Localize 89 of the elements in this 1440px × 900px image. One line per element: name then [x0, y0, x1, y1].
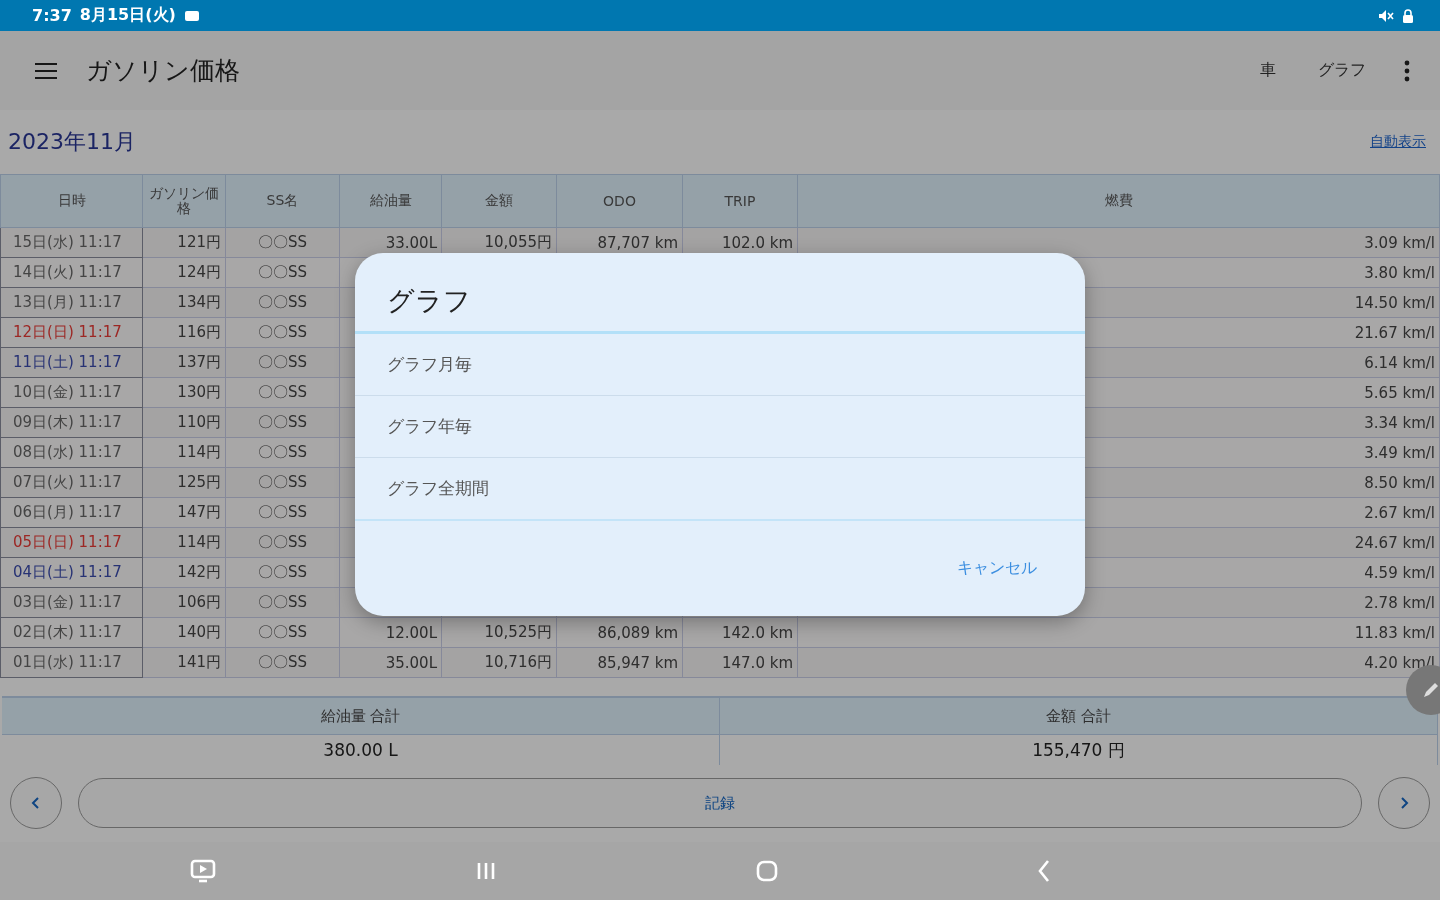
previous-button[interactable]: [10, 777, 62, 829]
table-cell: 141円: [142, 647, 226, 678]
table-cell: 86,089 km: [556, 617, 683, 648]
table-cell: 116円: [142, 317, 226, 348]
chevron-right-icon: [1399, 796, 1409, 810]
table-cell: 〇〇SS: [225, 467, 340, 498]
table-cell: 11.83 km/l: [797, 617, 1440, 648]
column-header: 給油量: [339, 174, 442, 228]
table-cell: 142円: [142, 557, 226, 588]
table-cell: 〇〇SS: [225, 557, 340, 588]
back-icon[interactable]: [1036, 859, 1051, 883]
table-cell: 〇〇SS: [225, 347, 340, 378]
auto-display-link[interactable]: 自動表示: [1370, 133, 1426, 151]
total-value: 380.00 L: [322, 739, 399, 762]
column-header: ガソリン価格: [142, 174, 226, 228]
total-value: 155,470 円: [1031, 738, 1126, 762]
next-button[interactable]: [1378, 777, 1430, 829]
table-cell: 12日(日) 11:17: [0, 317, 143, 348]
table-cell: 114円: [142, 527, 226, 558]
more-icon[interactable]: [1404, 59, 1410, 82]
table-cell: 〇〇SS: [225, 407, 340, 438]
table-cell: 124円: [142, 257, 226, 288]
table-cell: 01日(水) 11:17: [0, 647, 143, 678]
table-cell: 121円: [142, 227, 226, 258]
table-cell: 13日(月) 11:17: [0, 287, 143, 318]
column-header: TRIP: [682, 174, 798, 228]
table-cell: 15日(水) 11:17: [0, 227, 143, 258]
table-cell: 06日(月) 11:17: [0, 497, 143, 528]
total-header: 給油量 合計: [2, 696, 719, 735]
table-cell: 12.00L: [339, 617, 442, 648]
home-icon[interactable]: [755, 860, 778, 882]
total-header: 金額 合計: [720, 696, 1437, 735]
table-cell: 〇〇SS: [225, 527, 340, 558]
table-cell: 140円: [142, 617, 226, 648]
table-cell: 〇〇SS: [225, 287, 340, 318]
table-cell: 04日(土) 11:17: [0, 557, 143, 588]
dialog-option[interactable]: グラフ月毎: [355, 334, 1085, 396]
app-bar-action[interactable]: グラフ: [1314, 56, 1370, 85]
column-header: 燃費: [797, 174, 1440, 228]
table-cell: 14日(火) 11:17: [0, 257, 143, 288]
chevron-left-icon: [31, 796, 41, 810]
table-cell: 〇〇SS: [225, 437, 340, 468]
table-cell: 106円: [142, 587, 226, 618]
table-cell: 03日(金) 11:17: [0, 587, 143, 618]
table-cell: 147.0 km: [682, 647, 798, 678]
app-title: ガソリン価格: [86, 55, 240, 87]
table-cell: 10,716円: [441, 647, 557, 678]
menu-icon[interactable]: [34, 61, 58, 80]
table-cell: 09日(木) 11:17: [0, 407, 143, 438]
table-cell: 137円: [142, 347, 226, 378]
table-cell: 05日(日) 11:17: [0, 527, 143, 558]
table-cell: 11日(土) 11:17: [0, 347, 143, 378]
table-cell: 147円: [142, 497, 226, 528]
month-title: 2023年11月: [8, 128, 136, 156]
table-cell: 〇〇SS: [225, 587, 340, 618]
status-time: 7:37: [32, 6, 72, 25]
notification-icon: [183, 9, 200, 22]
screen-icon[interactable]: [189, 859, 216, 883]
table-cell: 114円: [142, 437, 226, 468]
table-cell: 〇〇SS: [225, 617, 340, 648]
mute-icon: [1378, 8, 1394, 23]
table-cell: 85,947 km: [556, 647, 683, 678]
table-cell: 130円: [142, 377, 226, 408]
column-header: 日時: [0, 174, 143, 228]
table-cell: 〇〇SS: [225, 647, 340, 678]
table-cell: 〇〇SS: [225, 257, 340, 288]
table-cell: 134円: [142, 287, 226, 318]
table-cell: 10日(金) 11:17: [0, 377, 143, 408]
table-cell: 〇〇SS: [225, 317, 340, 348]
table-cell: 〇〇SS: [225, 377, 340, 408]
dialog-option[interactable]: グラフ年毎: [355, 396, 1085, 458]
column-header: SS名: [225, 174, 340, 228]
table-cell: 〇〇SS: [225, 497, 340, 528]
lock-icon: [1402, 8, 1414, 23]
table-cell: 10,525円: [441, 617, 557, 648]
column-header: 金額: [441, 174, 557, 228]
dialog-title: グラフ: [386, 284, 472, 318]
table-cell: 142.0 km: [682, 617, 798, 648]
table-cell: 07日(火) 11:17: [0, 467, 143, 498]
table-cell: 02日(木) 11:17: [0, 617, 143, 648]
table-cell: 110円: [142, 407, 226, 438]
app-bar-action[interactable]: 車: [1256, 56, 1280, 85]
table-cell: 〇〇SS: [225, 227, 340, 258]
table-cell: 125円: [142, 467, 226, 498]
record-button[interactable]: 記録: [78, 778, 1362, 828]
table-cell: 08日(水) 11:17: [0, 437, 143, 468]
column-header: ODO: [556, 174, 683, 228]
status-date: 8月15日(火): [79, 5, 176, 26]
table-cell: 35.00L: [339, 647, 442, 678]
